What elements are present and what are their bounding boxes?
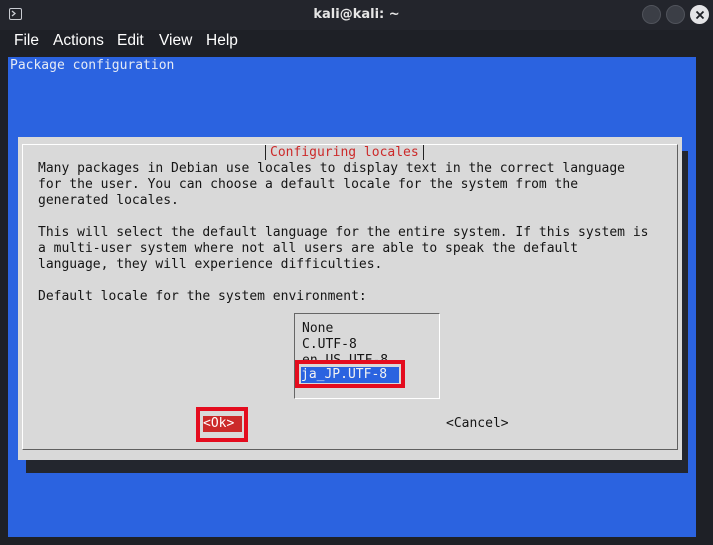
- locale-option-selected[interactable]: ja_JP.UTF-8: [301, 367, 399, 383]
- terminal-area[interactable]: Package configuration Configuring locale…: [8, 57, 696, 537]
- menubar: File Actions Edit View Help: [0, 30, 713, 56]
- menu-actions[interactable]: Actions: [53, 32, 104, 50]
- backtitle: Package configuration: [10, 58, 175, 73]
- menu-view[interactable]: View: [159, 32, 192, 50]
- menu-file[interactable]: File: [14, 32, 39, 50]
- maximize-button[interactable]: [666, 5, 685, 24]
- minimize-button[interactable]: [642, 5, 661, 24]
- menu-edit[interactable]: Edit: [117, 32, 144, 50]
- cancel-button[interactable]: <Cancel>: [446, 416, 509, 432]
- close-icon: [695, 10, 705, 20]
- ok-button[interactable]: <Ok>: [203, 416, 242, 432]
- dialog-description: Many packages in Debian use locales to d…: [38, 161, 649, 304]
- close-button[interactable]: [690, 5, 709, 24]
- menu-help[interactable]: Help: [206, 32, 238, 50]
- window-titlebar: kali@kali: ~: [0, 0, 713, 30]
- window-title: kali@kali: ~: [313, 7, 400, 22]
- locale-dialog: Configuring locales Many packages in Deb…: [18, 137, 682, 460]
- locale-option-none[interactable]: None: [302, 321, 333, 337]
- locale-option-c-utf8[interactable]: C.UTF-8: [302, 337, 357, 353]
- dialog-frame: Configuring locales Many packages in Deb…: [22, 144, 678, 450]
- dialog-title: Configuring locales: [265, 145, 424, 160]
